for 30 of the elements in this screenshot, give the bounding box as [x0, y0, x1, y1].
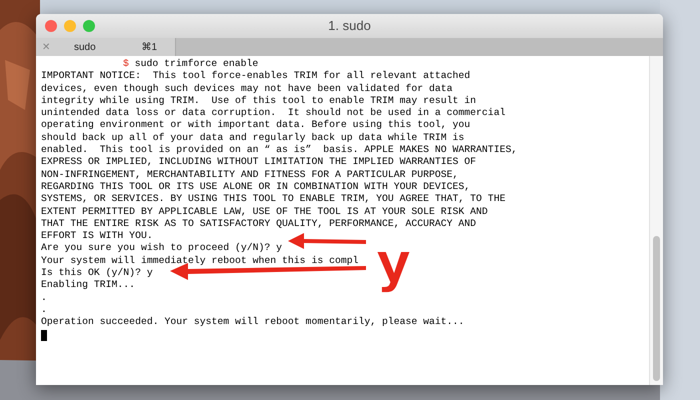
terminal-line: enabled. This tool is provided on an “ as is” basis. APPLE MAKES NO WARRANTIES,	[41, 144, 518, 156]
terminal-line: EXPRESS OR IMPLIED, INCLUDING WITHOUT LIMITATION THE IMPLIED WARRANTIES OF	[41, 156, 476, 169]
terminal-line: EFFORT IS WITH YOU.	[41, 230, 153, 242]
zoom-button[interactable]	[83, 20, 95, 32]
terminal-line: Your system will immediately reboot when this is compl	[41, 254, 358, 268]
terminal-line: Enabling TRIM...	[41, 279, 136, 292]
close-button[interactable]	[45, 20, 57, 32]
terminal-line: should back up all of your data and regularly back up data while TRIM is	[41, 132, 464, 144]
terminal-line: IMPORTANT NOTICE: This tool force-enables TRIM for all relevant attached	[41, 70, 470, 83]
terminal-line: Is this OK (y/N)? y	[41, 267, 153, 280]
terminal-line: Operation succeeded. Your system will reboot momentarily, please wait...	[41, 316, 464, 329]
tab-label: sudo	[74, 40, 96, 54]
terminal-line: NON-INFRINGEMENT, MERCHANTABILITY AND FITNESS FOR A PARTICULAR PURPOSE,	[41, 168, 458, 181]
terminal-line: devices, even though such devices may not have been validated for data	[41, 82, 453, 95]
terminal-line: REGARDING THIS TOOL OR ITS USE ALONE OR IN COMBINATION WITH YOUR DEVICES,	[41, 180, 470, 194]
terminal-line: .	[41, 292, 47, 304]
tab[interactable]: ✕ sudo ⌘1	[36, 38, 176, 56]
terminal-line: EXTENT PERMITTED BY APPLICABLE LAW, USE OF THE TOOL IS AT YOUR SOLE RISK AND	[41, 206, 488, 218]
terminal-line: unintended data loss or data corruption. It should not be used in a commercial	[41, 107, 506, 120]
terminal-line: integrity while using TRIM. Use of this tool to enable TRIM may result in	[41, 94, 476, 108]
terminal-line: Are you sure you wish to proceed (y/N)? y	[41, 242, 282, 255]
prompt-line: $ sudo trimforce enable	[123, 58, 258, 70]
text-cursor	[41, 330, 47, 341]
terminal-line: SYSTEMS, OR SERVICES. BY USING THIS TOOL TO ENABLE TRIM, YOU AGREE THAT, TO THE	[41, 193, 506, 206]
terminal-line: .	[41, 304, 47, 316]
minimize-button[interactable]	[64, 20, 76, 32]
window-title: 1. sudo	[328, 18, 371, 34]
terminal-line: operating environment or with important data. Before using this tool, you	[41, 119, 470, 132]
tab-shortcut: ⌘1	[141, 40, 157, 54]
terminal-line: THAT THE ENTIRE RISK AS TO SATISFACTORY QUALITY, PERFORMANCE, ACCURACY AND	[41, 218, 476, 230]
